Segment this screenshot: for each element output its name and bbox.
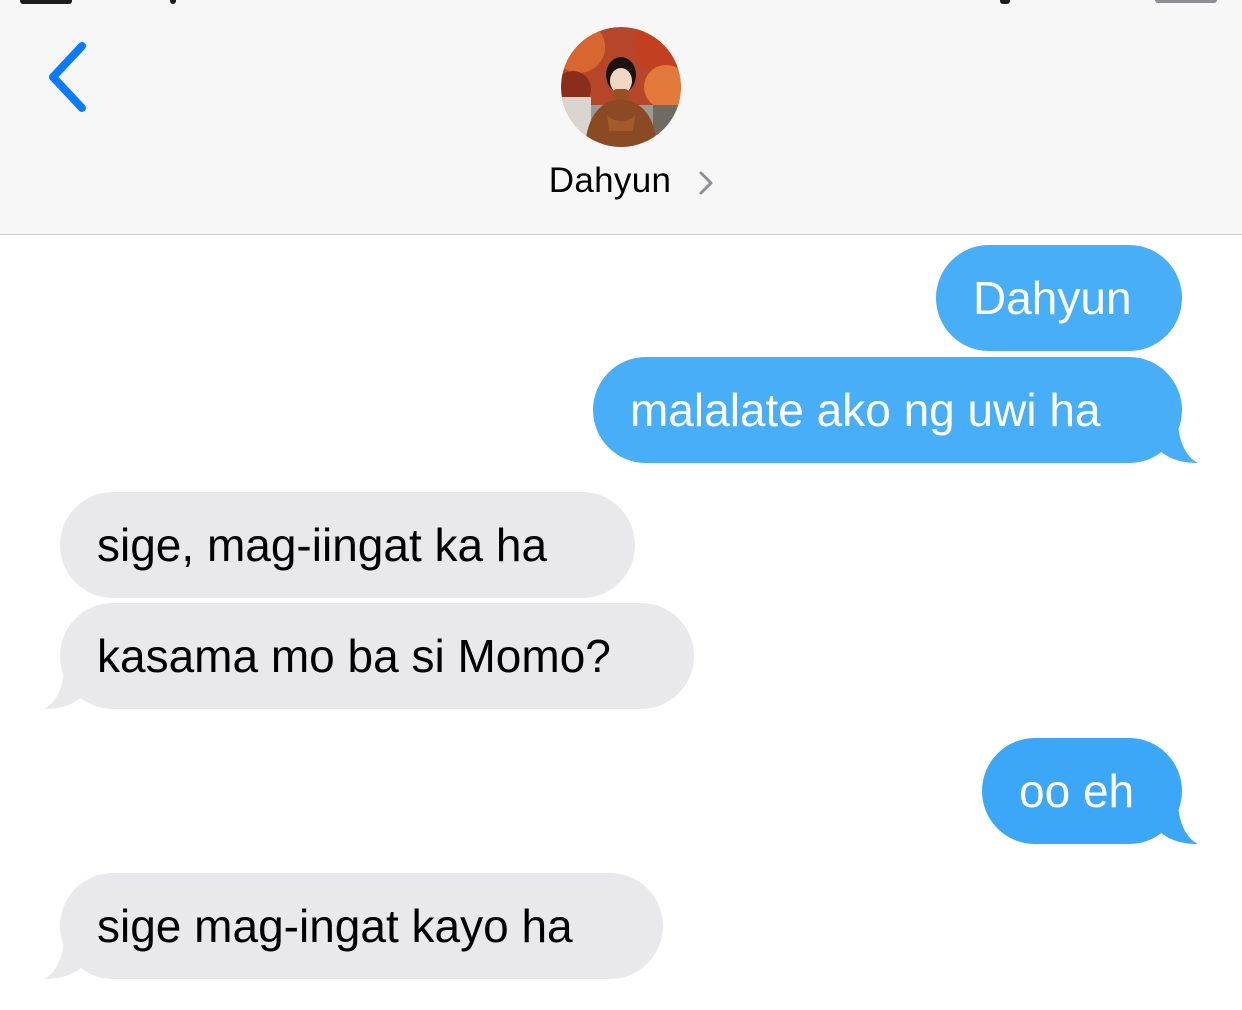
back-button[interactable]: [30, 32, 110, 122]
message-text: malalate ako ng uwi ha: [630, 384, 1101, 436]
bubble-tail: [1154, 800, 1198, 844]
message-text: kasama mo ba si Momo?: [97, 630, 611, 682]
received-message-bubble[interactable]: sige, mag-iingat ka ha: [60, 492, 635, 598]
sent-message-bubble[interactable]: oo eh: [982, 738, 1198, 844]
message-text: sige, mag-iingat ka ha: [97, 519, 548, 571]
bubble-tail: [44, 935, 88, 979]
avatar[interactable]: [561, 27, 681, 147]
conversation-header: Dahyun: [0, 0, 1242, 235]
contact-name: Dahyun: [548, 161, 672, 200]
message-text: sige mag-ingat kayo ha: [97, 900, 573, 952]
sent-message-bubble[interactable]: Dahyun: [936, 245, 1182, 351]
chevron-left-icon: [49, 42, 86, 112]
message-text: oo eh: [1019, 765, 1135, 817]
sent-message-bubble[interactable]: malalate ako ng uwi ha: [593, 357, 1198, 463]
status-bar-fragment: [1000, 0, 1010, 4]
status-bar-fragment: [20, 0, 72, 4]
battery-icon: [1155, 0, 1217, 3]
bubble-tail: [1154, 419, 1198, 463]
contact-details-link[interactable]: Dahyun: [0, 155, 1242, 207]
received-message-bubble[interactable]: kasama mo ba si Momo?: [44, 603, 694, 709]
message-text: Dahyun: [973, 272, 1132, 324]
status-bar-fragment: [170, 0, 176, 4]
bubble-tail: [44, 665, 88, 709]
chevron-right-icon: [695, 168, 717, 198]
received-message-bubble[interactable]: sige mag-ingat kayo ha: [44, 873, 663, 979]
